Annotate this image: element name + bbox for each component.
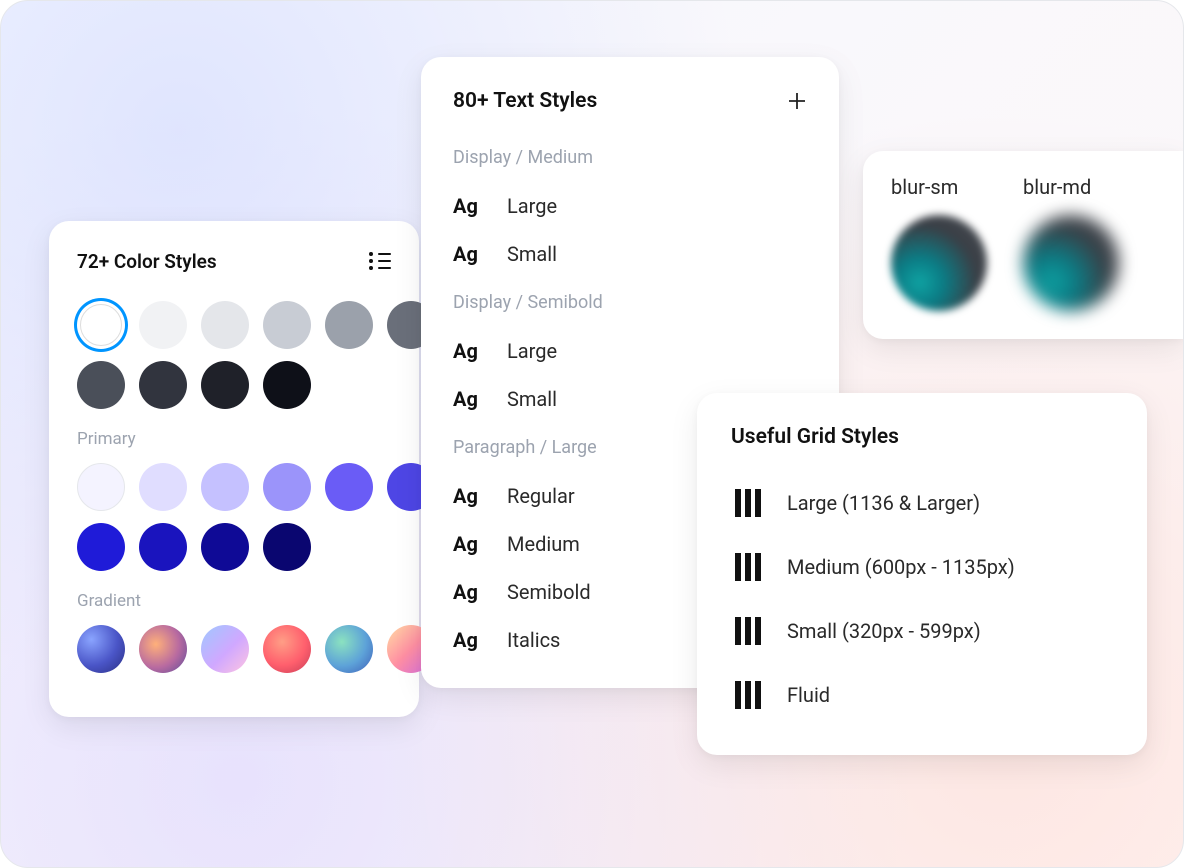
grayscale-row-1 xyxy=(77,301,391,349)
text-style-name: Small xyxy=(507,242,557,266)
grid-styles-card: Useful Grid Styles Large (1136 & Larger)… xyxy=(697,393,1147,755)
blur-styles-card: blur-sm blur-md xyxy=(863,151,1183,339)
color-styles-header: 72+ Color Styles xyxy=(77,249,391,273)
swatch-gray-2[interactable] xyxy=(201,301,249,349)
swatch-primary-4[interactable] xyxy=(325,463,373,511)
gradient-section-label: Gradient xyxy=(77,591,391,611)
swatch-gray-7[interactable] xyxy=(139,361,187,409)
primary-section-label: Primary xyxy=(77,429,391,449)
design-system-showcase: 72+ Color Styles Primary Gradient 80+ Te… xyxy=(0,0,1184,868)
blur-preview xyxy=(891,215,987,311)
grayscale-row-2 xyxy=(77,361,391,409)
swatch-gray-8[interactable] xyxy=(201,361,249,409)
swatch-primary-8[interactable] xyxy=(201,523,249,571)
swatch-white[interactable] xyxy=(77,301,125,349)
grid-columns-icon xyxy=(735,553,761,581)
grid-style-item-2[interactable]: Small (320px - 599px) xyxy=(731,599,1119,663)
ag-glyph: Ag xyxy=(453,628,485,652)
color-styles-title: 72+ Color Styles xyxy=(77,250,217,273)
text-style-name: Medium xyxy=(507,532,580,556)
text-style-name: Small xyxy=(507,387,557,411)
text-style-item-1-0[interactable]: Ag Large xyxy=(453,327,807,375)
add-text-style-button[interactable] xyxy=(787,91,807,111)
text-style-item-0-1[interactable]: Ag Small xyxy=(453,230,807,278)
swatch-gradient-0[interactable] xyxy=(77,625,125,673)
grid-style-name: Small (320px - 599px) xyxy=(787,619,981,643)
ag-glyph: Ag xyxy=(453,387,485,411)
grid-style-name: Large (1136 & Larger) xyxy=(787,491,980,515)
swatch-primary-9[interactable] xyxy=(263,523,311,571)
text-style-name: Large xyxy=(507,194,557,218)
swatch-gray-3[interactable] xyxy=(263,301,311,349)
ag-glyph: Ag xyxy=(453,339,485,363)
swatch-primary-2[interactable] xyxy=(201,463,249,511)
swatch-primary-6[interactable] xyxy=(77,523,125,571)
swatch-gradient-3[interactable] xyxy=(263,625,311,673)
swatch-primary-1[interactable] xyxy=(139,463,187,511)
grid-style-name: Fluid xyxy=(787,683,830,707)
text-style-item-0-0[interactable]: Ag Large xyxy=(453,182,807,230)
swatch-primary-0[interactable] xyxy=(77,463,125,511)
text-styles-title: 80+ Text Styles xyxy=(453,89,597,113)
color-styles-card: 72+ Color Styles Primary Gradient xyxy=(49,221,419,717)
grid-style-item-3[interactable]: Fluid xyxy=(731,663,1119,727)
grid-columns-icon xyxy=(735,617,761,645)
grid-styles-title: Useful Grid Styles xyxy=(731,425,1119,449)
text-style-name: Regular xyxy=(507,484,575,508)
swatch-gray-6[interactable] xyxy=(77,361,125,409)
text-style-name: Semibold xyxy=(507,580,591,604)
swatch-primary-3[interactable] xyxy=(263,463,311,511)
swatch-gray-1[interactable] xyxy=(139,301,187,349)
swatch-gradient-1[interactable] xyxy=(139,625,187,673)
primary-row-2 xyxy=(77,523,391,571)
text-style-name: Italics xyxy=(507,628,560,652)
swatch-gradient-2[interactable] xyxy=(201,625,249,673)
blur-label: blur-sm xyxy=(891,175,987,199)
ag-glyph: Ag xyxy=(453,194,485,218)
blur-label: blur-md xyxy=(1023,175,1119,199)
ag-glyph: Ag xyxy=(453,242,485,266)
grid-columns-icon xyxy=(735,681,761,709)
swatch-gradient-4[interactable] xyxy=(325,625,373,673)
text-group-label-0: Display / Medium xyxy=(453,147,807,168)
blur-preview xyxy=(1023,215,1119,311)
ag-glyph: Ag xyxy=(453,484,485,508)
ag-glyph: Ag xyxy=(453,580,485,604)
blur-item-1[interactable]: blur-md xyxy=(1023,175,1119,311)
grid-style-item-0[interactable]: Large (1136 & Larger) xyxy=(731,471,1119,535)
ag-glyph: Ag xyxy=(453,532,485,556)
swatch-gray-9[interactable] xyxy=(263,361,311,409)
blur-item-0[interactable]: blur-sm xyxy=(891,175,987,311)
primary-row-1 xyxy=(77,463,391,511)
grid-style-item-1[interactable]: Medium (600px - 1135px) xyxy=(731,535,1119,599)
text-group-label-1: Display / Semibold xyxy=(453,292,807,313)
list-view-icon[interactable] xyxy=(369,249,391,273)
swatch-gray-4[interactable] xyxy=(325,301,373,349)
grid-columns-icon xyxy=(735,489,761,517)
text-style-name: Large xyxy=(507,339,557,363)
text-styles-header: 80+ Text Styles xyxy=(453,89,807,113)
grid-style-name: Medium (600px - 1135px) xyxy=(787,555,1015,579)
gradient-row xyxy=(77,625,391,673)
swatch-primary-7[interactable] xyxy=(139,523,187,571)
